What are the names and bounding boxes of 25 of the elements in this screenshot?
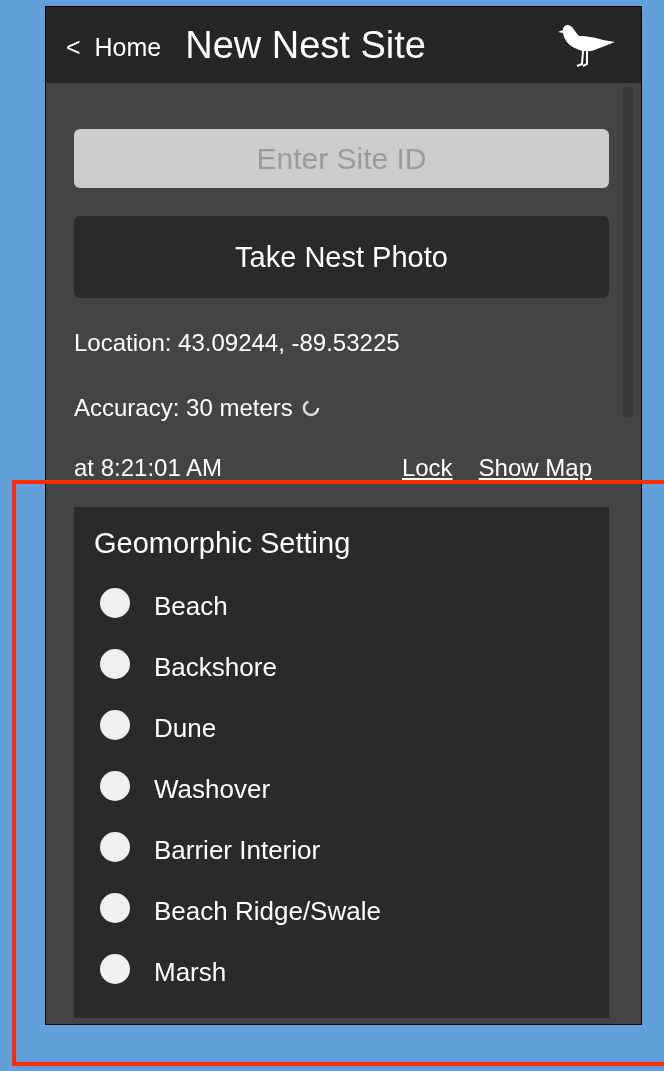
link[interactable]: Lock: [401, 454, 453, 482]
link[interactable]: Show Map: [478, 454, 592, 482]
back-link[interactable]: < Home: [66, 32, 162, 62]
radio-button[interactable]: [100, 953, 130, 984]
panel-legend: Geomorphic Setting: [94, 527, 609, 560]
timestamp-text: at 8:21:01 AM: [74, 454, 223, 482]
page-title: New Nest Site: [185, 23, 426, 67]
radio-button[interactable]: [100, 831, 130, 862]
option-label[interactable]: Marsh: [154, 957, 227, 988]
location-text: Location: 43.09244, -89.53225: [74, 328, 401, 358]
radio-button[interactable]: [100, 709, 130, 740]
option-label[interactable]: Backshore: [154, 652, 277, 683]
bird-icon: [557, 22, 617, 68]
radio-button[interactable]: [100, 770, 130, 801]
option-label[interactable]: Barrier Interior: [154, 835, 321, 866]
option-label[interactable]: Beach Ridge/Swale: [154, 896, 381, 927]
option-label[interactable]: Dune: [154, 713, 217, 744]
radio-button[interactable]: [100, 587, 130, 618]
take-photo-button[interactable]: Take Nest Photo: [74, 216, 609, 298]
accuracy-text: Accuracy: 30 meters: [74, 394, 293, 422]
loading-spinner-icon: [300, 398, 321, 418]
option-label[interactable]: Beach: [154, 591, 228, 622]
radio-button[interactable]: [100, 892, 130, 923]
radio-button[interactable]: [100, 648, 130, 679]
option-label[interactable]: Washover: [154, 774, 271, 805]
